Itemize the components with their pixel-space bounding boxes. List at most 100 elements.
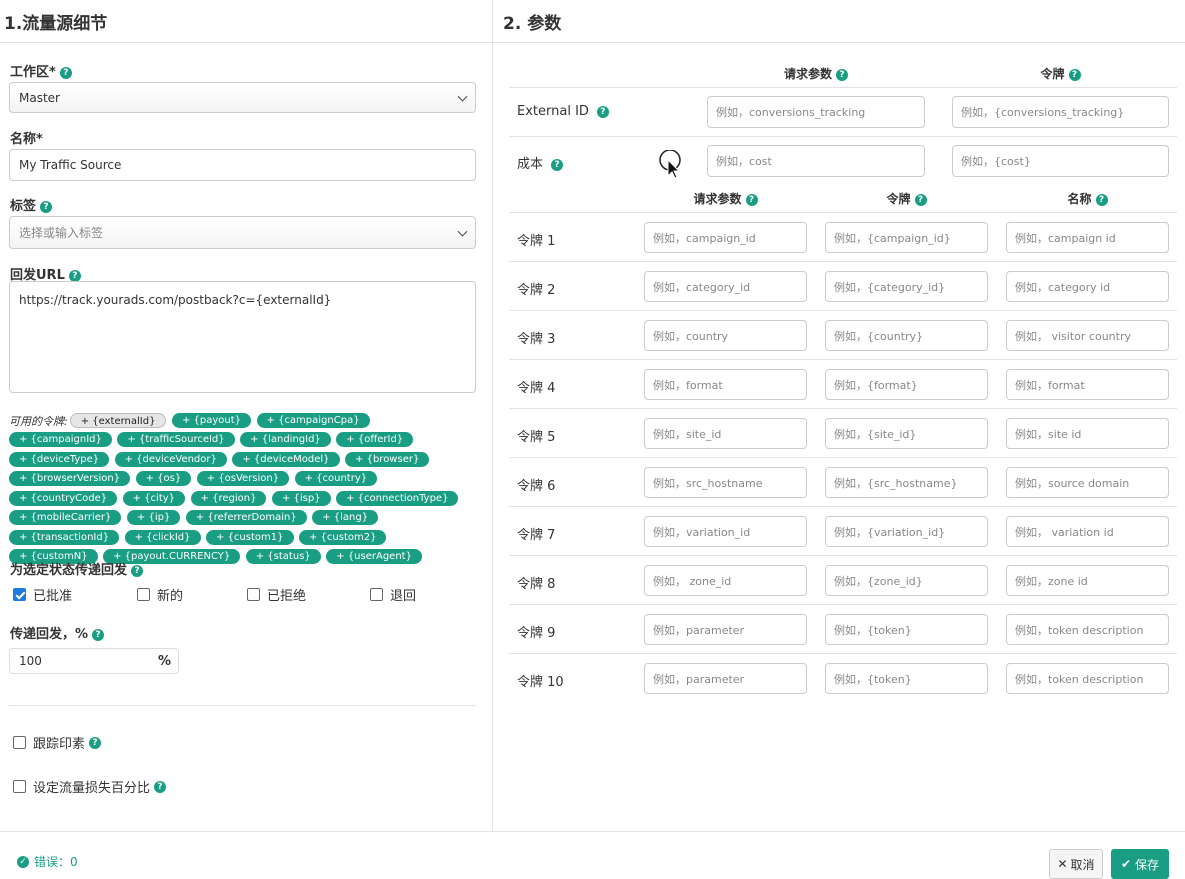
token-name-input[interactable]: 例如， visitor country: [1006, 320, 1169, 351]
token-token-input[interactable]: 例如，{site_id}: [825, 418, 988, 449]
status-label-text: 为选定状态传递回发: [10, 563, 128, 578]
help-icon[interactable]: ?: [1068, 68, 1081, 81]
token-chip[interactable]: + {region}: [190, 490, 267, 506]
help-icon[interactable]: ?: [836, 68, 848, 81]
token-name-input[interactable]: 例如，campaign id: [1006, 222, 1169, 253]
token-name-input[interactable]: 例如，zone id: [1006, 565, 1169, 596]
token-name-input[interactable]: 例如，format: [1006, 369, 1169, 400]
token-param-input[interactable]: 例如，category_id: [644, 271, 807, 302]
token-chip[interactable]: + {deviceModel}: [232, 451, 340, 467]
help-icon[interactable]: ?: [596, 105, 609, 118]
token-chip[interactable]: + {countryCode}: [9, 490, 118, 506]
pixel-checkbox[interactable]: 跟踪印素?: [13, 733, 102, 752]
tags-select[interactable]: 选择或输入标签: [9, 216, 476, 249]
token-chip[interactable]: + {browserVersion}: [9, 471, 131, 486]
traffic-loss-checkbox[interactable]: 设定流量损失百分比?: [13, 777, 167, 796]
token-chip[interactable]: + {osVersion}: [196, 471, 290, 486]
token-token-input[interactable]: 例如，{campaign_id}: [825, 222, 988, 253]
token-chip[interactable]: + {landingId}: [240, 432, 331, 447]
token-chip[interactable]: + {referrerDomain}: [185, 510, 307, 525]
token-chip[interactable]: + {payout}: [171, 412, 252, 428]
help-icon[interactable]: ?: [131, 564, 144, 577]
help-icon[interactable]: ?: [1095, 193, 1108, 206]
help-icon[interactable]: ?: [745, 193, 758, 206]
help-icon[interactable]: ?: [551, 158, 564, 171]
token-chip[interactable]: + {campaignId}: [9, 432, 112, 447]
token-input[interactable]: 例如，{conversions_tracking}: [952, 96, 1169, 128]
status-checkbox[interactable]: 已拒绝: [247, 585, 306, 604]
token-param-input[interactable]: 例如，parameter: [644, 614, 807, 645]
token-row-label: 令牌 1: [517, 234, 556, 249]
token-chip[interactable]: + {ip}: [126, 510, 181, 525]
token-name-input[interactable]: 例如，token description: [1006, 614, 1169, 645]
token-param-input[interactable]: 例如，format: [644, 369, 807, 400]
token-chip[interactable]: + {transactionId}: [9, 529, 120, 545]
percent-input[interactable]: 100%: [9, 648, 179, 674]
token-param-input[interactable]: 例如，variation_id: [644, 516, 807, 547]
save-button[interactable]: ✔ 保存: [1111, 849, 1169, 879]
status-checkbox[interactable]: 已批准: [13, 585, 72, 604]
token-name-input[interactable]: 例如，source domain: [1006, 467, 1169, 498]
status-checkbox[interactable]: 退回: [370, 585, 416, 604]
param-input[interactable]: 例如，cost: [707, 145, 925, 177]
token-chip[interactable]: + {deviceVendor}: [114, 451, 227, 467]
token-chip[interactable]: + {custom1}: [206, 529, 294, 545]
token-chip[interactable]: + {country}: [294, 471, 378, 486]
token-chip[interactable]: + {status}: [245, 549, 321, 564]
divider: [509, 408, 1177, 409]
name-input[interactable]: My Traffic Source: [9, 149, 476, 181]
token-chip[interactable]: + {city}: [122, 490, 186, 506]
help-icon[interactable]: ?: [59, 66, 72, 79]
token-token-input[interactable]: 例如，{country}: [825, 320, 988, 351]
help-icon[interactable]: ?: [40, 200, 53, 213]
token-chip[interactable]: + {mobileCarrier}: [9, 510, 122, 525]
status-checkbox[interactable]: 新的: [137, 585, 183, 604]
help-icon[interactable]: ?: [914, 193, 927, 206]
token-chip[interactable]: + {deviceType}: [9, 451, 110, 467]
token-chip[interactable]: + {offerId}: [336, 432, 414, 447]
token-param-input[interactable]: 例如，campaign_id: [644, 222, 807, 253]
workspace-select[interactable]: Master: [9, 82, 476, 113]
token-chip[interactable]: + {clickId}: [124, 529, 201, 545]
help-icon[interactable]: ?: [92, 628, 105, 641]
token-chip[interactable]: + {lang}: [312, 510, 379, 525]
token-chip[interactable]: + {trafficSourceId}: [117, 432, 235, 447]
token-chip[interactable]: + {externalId}: [69, 412, 167, 428]
token-token-input[interactable]: 例如，{token}: [825, 614, 988, 645]
token-name-input[interactable]: 例如，site id: [1006, 418, 1169, 449]
token-name-input[interactable]: 例如， variation id: [1006, 516, 1169, 547]
tags-placeholder: 选择或输入标签: [19, 226, 104, 240]
token-chip[interactable]: + {isp}: [271, 490, 331, 506]
postback-url-textarea[interactable]: https://track.yourads.com/postback?c={ex…: [9, 281, 476, 393]
token-row-label: 令牌 7: [517, 528, 556, 543]
token-token-input[interactable]: 例如，{format}: [825, 369, 988, 400]
checkbox-icon: [13, 736, 26, 749]
token-token-input[interactable]: 例如，{src_hostname}: [825, 467, 988, 498]
token-token-input[interactable]: 例如，{variation_id}: [825, 516, 988, 547]
token-param-input[interactable]: 例如， zone_id: [644, 565, 807, 596]
checkbox-icon: [13, 588, 26, 601]
token-token-input[interactable]: 例如，{category_id}: [825, 271, 988, 302]
token-chip[interactable]: + {custom2}: [299, 529, 387, 545]
cancel-button[interactable]: ✕ 取消: [1049, 849, 1103, 879]
token-param-input[interactable]: 例如，src_hostname: [644, 467, 807, 498]
help-icon[interactable]: ?: [154, 780, 167, 793]
token-param-input[interactable]: 例如，country: [644, 320, 807, 351]
help-icon[interactable]: ?: [68, 269, 81, 282]
token-chip[interactable]: + {connectionType}: [336, 490, 459, 506]
token-chip[interactable]: + {userAgent}: [326, 549, 422, 564]
token-chip[interactable]: + {os}: [135, 471, 192, 486]
token-param-input[interactable]: 例如，site_id: [644, 418, 807, 449]
divider: [509, 87, 1177, 88]
help-icon[interactable]: ?: [89, 736, 102, 749]
token-chip[interactable]: + {campaignCpa}: [256, 412, 370, 428]
token-param-input[interactable]: 例如，parameter: [644, 663, 807, 694]
token-name-input[interactable]: 例如，token description: [1006, 663, 1169, 694]
cursor-icon: [659, 150, 681, 179]
token-input[interactable]: 例如，{cost}: [952, 145, 1169, 177]
token-token-input[interactable]: 例如，{token}: [825, 663, 988, 694]
param-input[interactable]: 例如，conversions_tracking: [707, 96, 925, 128]
token-chip[interactable]: + {browser}: [345, 451, 430, 467]
token-token-input[interactable]: 例如，{zone_id}: [825, 565, 988, 596]
token-name-input[interactable]: 例如，category id: [1006, 271, 1169, 302]
